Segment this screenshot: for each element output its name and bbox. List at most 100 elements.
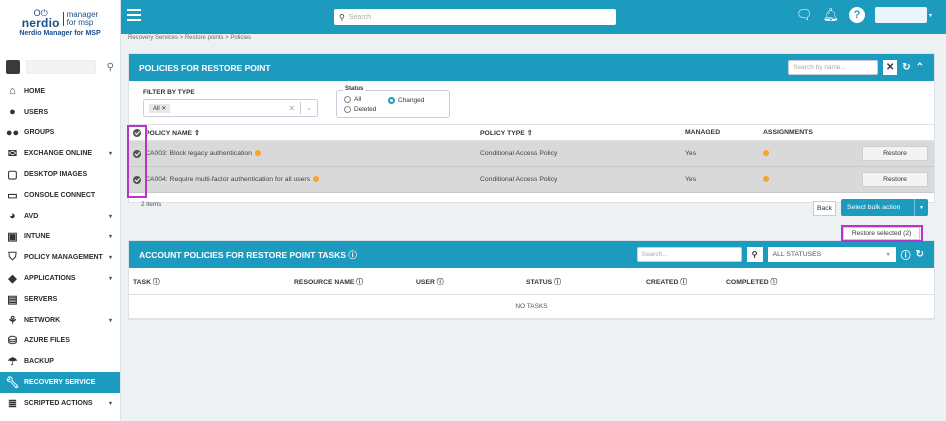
sidebar-item-home[interactable]: ⌂ HOME — [0, 81, 120, 102]
status-select[interactable]: ALL STATUSES ▼ — [767, 247, 896, 262]
search-icon[interactable]: ⚲ — [746, 247, 763, 262]
refresh-icon[interactable]: ↻ — [902, 62, 910, 73]
restore-selected-menu-item[interactable]: Restore selected (2) — [843, 227, 920, 240]
filter-type-select[interactable]: All ✕ ✕ ⌄ — [143, 99, 318, 117]
tenant-name[interactable] — [26, 60, 96, 74]
list-icon: ≣ — [7, 397, 18, 410]
info-icon[interactable]: ⓘ — [901, 247, 911, 262]
policy-name: CA003: Block legacy authentication — [145, 150, 252, 157]
sidebar-item-scripted-actions[interactable]: ≣ SCRIPTED ACTIONS ▾ — [0, 393, 120, 414]
sidebar-item-exchange-online[interactable]: ✉ EXCHANGE ONLINE ▾ — [0, 143, 120, 164]
chevron-down-icon[interactable]: ▼ — [914, 199, 928, 216]
mail-icon: ✉ — [7, 148, 18, 161]
global-search-input[interactable]: ⚲ Search — [334, 9, 616, 25]
sidebar-item-azure-files[interactable]: ⛁ AZURE FILES — [0, 331, 120, 352]
search-placeholder: Search — [348, 13, 372, 21]
column-policy-type[interactable]: POLICY TYPE ⇧ — [480, 124, 685, 141]
user-icon: ● — [9, 106, 16, 119]
column-created[interactable]: CREATED ⓘ — [646, 268, 726, 295]
task-search-input[interactable]: Search... — [636, 247, 742, 262]
status-all-radio[interactable]: All — [344, 96, 361, 103]
logo-word: nerdio — [21, 16, 60, 30]
collapse-icon[interactable]: ⌃ — [916, 62, 924, 73]
sidebar-item-label: EXCHANGE ONLINE — [24, 150, 93, 158]
package-icon: ◆ — [8, 273, 17, 286]
status-legend: Status — [343, 86, 366, 92]
status-deleted-radio[interactable]: Deleted — [344, 106, 376, 113]
filter-type-label: FILTER BY TYPE — [143, 89, 195, 96]
product-caption: Nerdio Manager for MSP — [19, 30, 101, 37]
sidebar-item-applications[interactable]: ◆ APPLICATIONS ▾ — [0, 268, 120, 289]
sidebar-item-label: CONSOLE CONNECT — [24, 191, 96, 199]
chevron-down-icon[interactable]: ▾ — [109, 254, 112, 261]
sidebar-item-console-connect[interactable]: ▭ CONSOLE CONNECT — [0, 185, 120, 206]
chevron-down-icon[interactable]: ▾ — [929, 12, 932, 19]
monitor-icon: ▭ — [7, 189, 18, 202]
sidebar-item-label: DESKTOP IMAGES — [24, 171, 88, 179]
sidebar-item-label: BACKUP — [24, 358, 54, 366]
table-row[interactable]: CA004: Require multi-factor authenticati… — [129, 166, 934, 193]
chat-icon[interactable]: 🗨 — [796, 7, 813, 23]
empty-state: NO TASKS — [129, 294, 934, 320]
sidebar-item-recovery-service[interactable]: 🔧︎ RECOVERY SERVICE — [0, 372, 120, 393]
sidebar: O⏻ nerdio manager for msp Nerdio Manager… — [0, 0, 121, 421]
sidebar-item-policy-management[interactable]: ⛉ POLICY MANAGEMENT ▾ — [0, 247, 120, 268]
checkbox-highlight — [127, 125, 147, 198]
bell-icon[interactable]: 🔔︎ — [822, 7, 839, 23]
help-icon[interactable]: ? — [848, 7, 865, 23]
sidebar-item-desktop-images[interactable]: ▢ DESKTOP IMAGES — [0, 164, 120, 185]
sidebar-item-groups[interactable]: ●● GROUPS — [0, 123, 120, 144]
bulk-action-button[interactable]: Select bulk action ▼ — [841, 199, 928, 216]
back-button[interactable]: Back — [813, 201, 836, 216]
sidebar-item-servers[interactable]: ▤ SERVERS — [0, 289, 120, 310]
column-assignments: ASSIGNMENTS — [763, 124, 934, 141]
column-status[interactable]: STATUS ⓘ — [526, 268, 646, 295]
groups-icon: ●● — [5, 126, 20, 139]
clear-search-icon[interactable]: ✕ — [883, 60, 898, 75]
panel-title: POLICIES FOR RESTORE POINT — [139, 62, 271, 73]
table-row[interactable]: CA003: Block legacy authentication Condit… — [129, 140, 934, 167]
filter-tag[interactable]: All ✕ — [149, 103, 171, 113]
sidebar-nav: ⌂ HOME ● USERS ●● GROUPS ✉ EXCHANGE ONLINE ▾ ▢ DES… — [0, 81, 120, 414]
restore-button[interactable]: Restore — [862, 172, 928, 187]
column-user[interactable]: USER ⓘ — [416, 268, 526, 295]
clear-icon[interactable]: ✕ — [288, 104, 295, 113]
column-managed: MANAGED — [685, 124, 763, 141]
sidebar-item-network[interactable]: ⚘ NETWORK ▾ — [0, 310, 120, 331]
sidebar-item-intune[interactable]: ▣ INTUNE ▾ — [0, 227, 120, 248]
managed-value: Yes — [685, 140, 763, 167]
logo-sub-2: for msp — [66, 17, 94, 27]
refresh-icon[interactable]: ↻ — [916, 249, 924, 260]
policy-type: Conditional Access Policy — [480, 166, 685, 193]
sidebar-item-users[interactable]: ● USERS — [0, 102, 120, 123]
user-menu[interactable] — [874, 7, 927, 23]
sidebar-item-avd[interactable]: ◕ AVD ▾ — [0, 206, 120, 227]
home-icon: ⌂ — [9, 85, 16, 98]
column-task[interactable]: TASK ⓘ — [129, 268, 294, 295]
column-resource-name[interactable]: RESOURCE NAME ⓘ — [294, 268, 416, 295]
hamburger-menu-icon[interactable] — [127, 9, 141, 21]
status-changed-radio[interactable]: Changed — [388, 97, 424, 104]
chevron-down-icon[interactable]: ⌄ — [306, 104, 312, 112]
chevron-down-icon[interactable]: ▾ — [109, 150, 112, 157]
breadcrumb[interactable]: Recovery Services > Restore points > Pol… — [128, 35, 251, 41]
sidebar-item-backup[interactable]: ☂ BACKUP — [0, 351, 120, 372]
restore-button[interactable]: Restore — [862, 146, 928, 161]
intune-icon: ▣ — [7, 231, 18, 244]
policy-search-input[interactable]: Search by name... — [788, 60, 879, 75]
sidebar-item-label: INTUNE — [24, 233, 51, 241]
chevron-down-icon[interactable]: ▾ — [109, 213, 112, 220]
policies-panel: POLICIES FOR RESTORE POINT Search by nam… — [128, 53, 935, 216]
sidebar-item-label: SERVERS — [24, 295, 58, 303]
status-filter: Status All Deleted Changed — [336, 86, 450, 118]
tenant-selector[interactable]: ⚲ — [0, 56, 120, 78]
search-icon[interactable]: ⚲ — [107, 62, 114, 73]
logo[interactable]: O⏻ nerdio manager for msp Nerdio Manager… — [0, 0, 120, 42]
chevron-down-icon[interactable]: ▾ — [109, 317, 112, 324]
chevron-down-icon[interactable]: ▾ — [109, 400, 112, 407]
chevron-down-icon[interactable]: ▾ — [109, 233, 112, 240]
chevron-down-icon[interactable]: ▾ — [109, 275, 112, 282]
column-policy-name[interactable]: POLICY NAME ⇧ — [145, 124, 480, 141]
column-completed[interactable]: COMPLETED ⓘ — [726, 268, 934, 295]
warning-dot-icon — [313, 176, 320, 183]
